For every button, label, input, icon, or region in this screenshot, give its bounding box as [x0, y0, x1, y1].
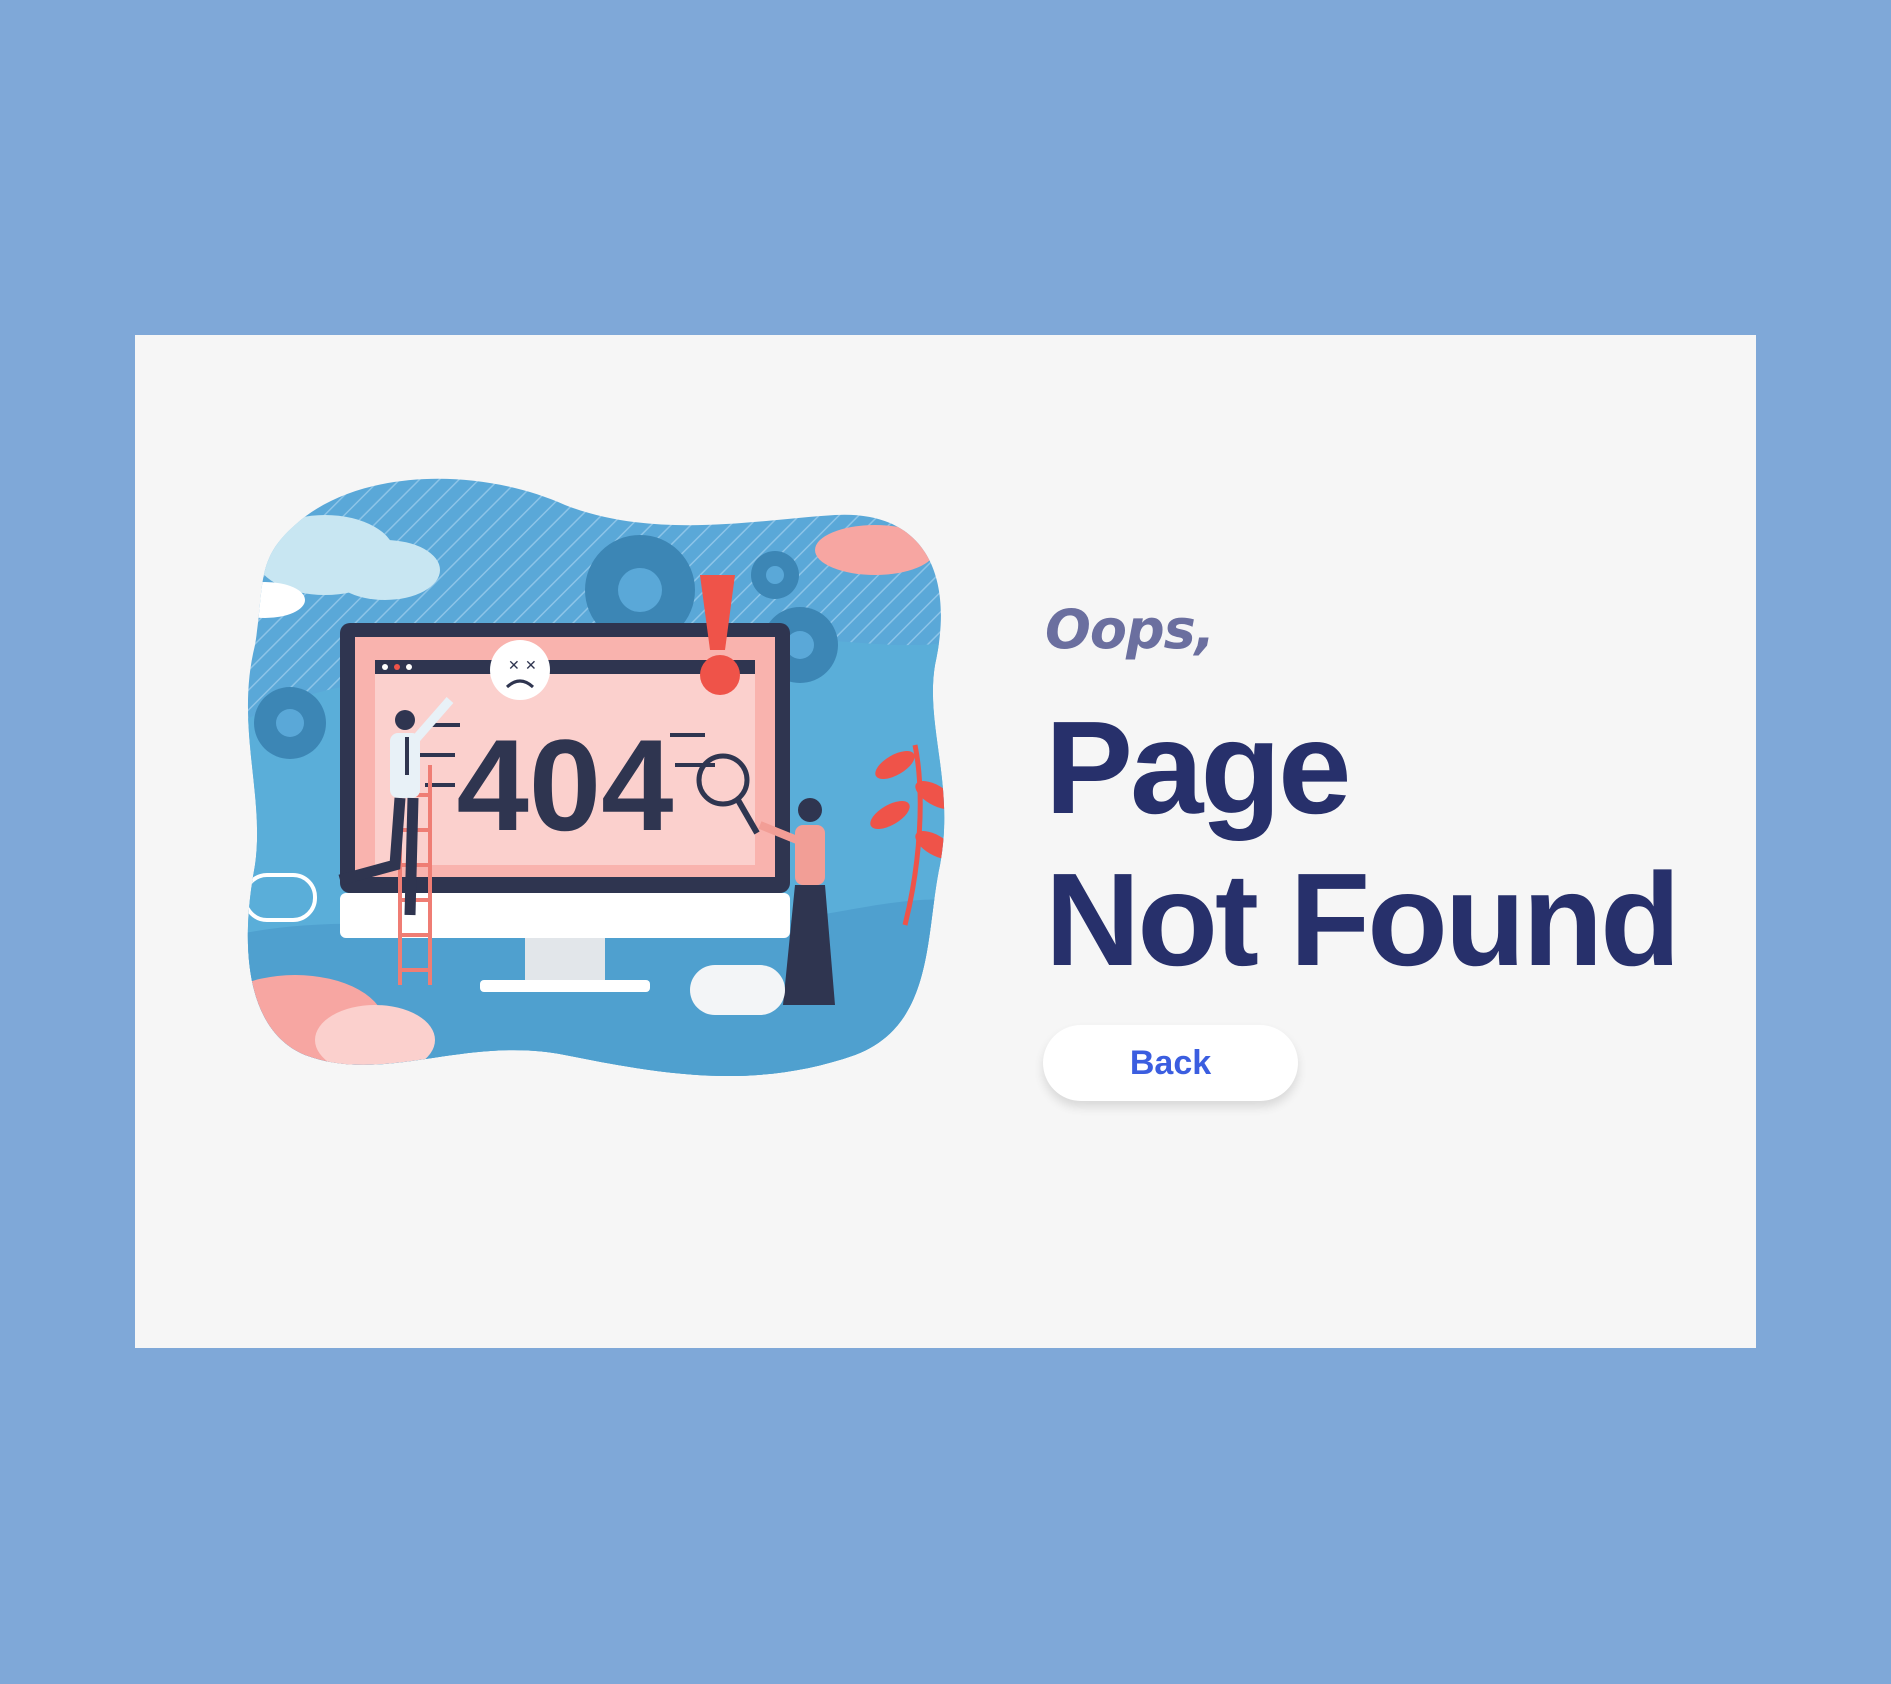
error-message: Oops, Page Not Found	[1045, 590, 1705, 996]
oops-label: Oops,	[1045, 598, 1215, 661]
error-card: 404 ✕ ✕ Oops, Page Not Found Back	[135, 335, 1756, 1348]
sad-face-icon: ✕ ✕	[490, 640, 550, 700]
svg-text:✕: ✕	[525, 658, 537, 674]
mouse-icon	[690, 965, 785, 1015]
page-title: Page Not Found	[1045, 692, 1705, 996]
page-title-line2: Not Found	[1045, 846, 1681, 993]
back-button[interactable]: Back	[1043, 1025, 1298, 1101]
error-illustration: 404 ✕ ✕	[235, 465, 975, 1105]
svg-text:✕: ✕	[508, 658, 520, 674]
page-title-line1: Page	[1045, 694, 1352, 841]
error-code-404: 404	[457, 712, 674, 858]
